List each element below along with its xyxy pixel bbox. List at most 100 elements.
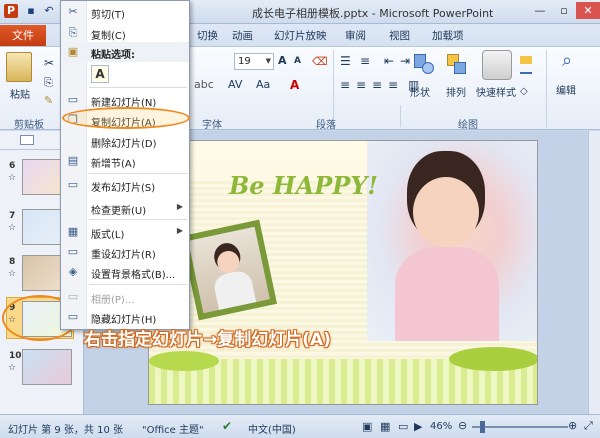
menu-item-hide-slide[interactable]: ▭ 隐藏幻灯片(H)	[61, 307, 189, 327]
animation-star-icon: ☆	[8, 363, 17, 373]
slide-canvas[interactable]: Be HAPPY!	[148, 140, 538, 405]
slide-sorter-icon[interactable]: ▦	[380, 420, 390, 433]
paste-icon[interactable]	[6, 52, 32, 82]
publish-slides-icon: ▭	[67, 178, 79, 191]
slides-tab-icon[interactable]	[20, 135, 34, 145]
editing-button[interactable]: 编辑	[556, 82, 576, 97]
menu-item-add-section[interactable]: ▤ 新增节(A)	[61, 151, 189, 171]
menu-separator	[89, 284, 187, 285]
align-left-icon[interactable]: ≡	[340, 78, 350, 92]
paste-keep-text-only-button[interactable]: A	[91, 65, 109, 83]
tab-addins[interactable]: 加载项	[432, 28, 464, 43]
layout-icon: ▦	[67, 225, 79, 238]
minimize-button[interactable]: —	[528, 2, 552, 19]
font-size-combo[interactable]: 19 ▼	[234, 53, 274, 70]
powerpoint-app-icon[interactable]: P	[4, 4, 18, 18]
child-photo-small	[188, 226, 270, 314]
align-center-icon[interactable]: ≡	[356, 78, 366, 92]
tab-transitions[interactable]: 切换	[197, 28, 218, 43]
font-effect-icon[interactable]: abc	[194, 78, 214, 91]
fit-to-window-icon[interactable]: ⤢	[584, 419, 593, 433]
group-font-label: 字体	[202, 120, 222, 131]
bush-right	[449, 347, 537, 371]
reading-view-icon[interactable]: ▭	[398, 420, 408, 433]
increase-indent-icon[interactable]: ⇥	[400, 54, 410, 68]
arrange-button[interactable]: 排列	[446, 84, 466, 99]
slide-number: 7	[9, 211, 16, 221]
slide-thumbnail-10[interactable]	[22, 349, 72, 385]
zoom-slider-thumb[interactable]	[480, 421, 485, 433]
menu-item-reset-slide[interactable]: ▭ 重设幻灯片(R)	[61, 242, 189, 262]
animation-star-icon: ☆	[8, 223, 17, 233]
menu-item-publish-slides[interactable]: ▭ 发布幻灯片(S)	[61, 175, 189, 195]
format-background-icon: ◈	[68, 265, 78, 278]
menu-item-cut[interactable]: ✂ 剪切(T)	[61, 2, 189, 22]
context-menu: ✂ 剪切(T) ⎘ 复制(C) ▣ 粘贴选项: A ▭ 新建幻灯片(N) ❐ 复制幻灯片(…	[60, 0, 190, 330]
shape-outline-icon[interactable]	[520, 72, 532, 76]
shapes-icon[interactable]	[410, 50, 436, 80]
slide-headline: Be HAPPY!	[229, 171, 378, 200]
copy-icon[interactable]: ⎘	[44, 76, 53, 90]
grow-font-icon[interactable]: A	[278, 54, 287, 67]
reset-slide-icon: ▭	[67, 245, 79, 258]
menu-item-check-updates[interactable]: 检查更新(U) ▶	[61, 198, 189, 218]
menu-item-paste-options: ▣ 粘贴选项:	[61, 42, 189, 62]
photo-album-icon: ▭	[67, 290, 79, 303]
new-slide-icon: ▭	[67, 93, 79, 106]
menu-item-delete-slide[interactable]: 删除幻灯片(D)	[61, 131, 189, 151]
chevron-down-icon: ▼	[265, 57, 271, 65]
zoom-level[interactable]: 46%	[430, 421, 452, 432]
decrease-indent-icon[interactable]: ⇤	[384, 54, 394, 68]
tab-file[interactable]: 文件	[0, 25, 46, 46]
theme-status[interactable]: "Office 主题"	[142, 421, 204, 436]
menu-item-copy[interactable]: ⎘ 复制(C)	[61, 23, 189, 43]
zoom-out-icon[interactable]: ⊖	[458, 419, 467, 432]
close-button[interactable]: ✕	[576, 2, 600, 19]
zoom-slider-track[interactable]	[472, 426, 568, 428]
copy-icon: ⎘	[68, 26, 78, 39]
justify-icon[interactable]: ≡	[388, 78, 398, 92]
menu-item-format-background[interactable]: ◈ 设置背景格式(B)...	[61, 262, 189, 282]
change-case-icon[interactable]: Aa	[256, 78, 270, 91]
tab-animations[interactable]: 动画	[232, 28, 253, 43]
shape-fill-icon[interactable]	[520, 56, 532, 64]
normal-view-icon[interactable]: ▣	[362, 420, 372, 433]
dress-shape	[395, 247, 499, 341]
cut-icon[interactable]: ✂	[44, 56, 54, 70]
tab-view[interactable]: 视图	[389, 28, 410, 43]
menu-separator	[89, 173, 187, 174]
format-painter-icon[interactable]: ✎	[44, 94, 53, 107]
language-status[interactable]: 中文(中国)	[248, 421, 296, 436]
proofing-icon[interactable]: ✔	[222, 419, 232, 433]
quick-styles-icon[interactable]	[482, 50, 512, 80]
bush-left	[149, 351, 219, 371]
tab-review[interactable]: 审阅	[345, 28, 366, 43]
clear-format-icon[interactable]: ⌫	[312, 55, 328, 68]
quick-styles-button[interactable]: 快速样式	[476, 84, 516, 99]
group-paragraph-label: 段落	[316, 120, 336, 131]
add-section-icon: ▤	[67, 154, 79, 167]
shapes-button[interactable]: 形状	[410, 84, 430, 99]
save-icon[interactable]: ▪	[24, 4, 38, 18]
shape-effects-icon[interactable]: ◇	[520, 86, 528, 97]
submenu-arrow-icon: ▶	[176, 226, 183, 235]
font-color-icon[interactable]: A	[290, 78, 299, 92]
menu-item-layout[interactable]: ▦ 版式(L) ▶	[61, 222, 189, 242]
bullets-icon[interactable]: ☰	[340, 54, 351, 68]
paste-button[interactable]: 粘贴	[10, 86, 30, 101]
menu-separator	[89, 219, 187, 220]
zoom-in-icon[interactable]: ⊕	[568, 419, 577, 432]
slide-number: 6	[9, 161, 16, 171]
vertical-scrollbar[interactable]	[588, 131, 600, 414]
tab-slide-show[interactable]: 幻灯片放映	[274, 28, 327, 43]
char-spacing-icon[interactable]: AV	[228, 78, 242, 91]
align-right-icon[interactable]: ≡	[372, 78, 382, 92]
restore-button[interactable]: ▫	[552, 2, 576, 19]
arrange-icon[interactable]	[444, 50, 470, 80]
shrink-font-icon[interactable]: A	[294, 56, 301, 66]
undo-icon[interactable]: ↶	[42, 4, 56, 18]
binoculars-icon[interactable]: ⌕	[554, 50, 580, 80]
numbering-icon[interactable]: ≡	[360, 54, 370, 68]
duplicate-slide-highlight-ellipse	[62, 107, 190, 129]
slideshow-view-icon[interactable]: ▶	[414, 420, 422, 433]
